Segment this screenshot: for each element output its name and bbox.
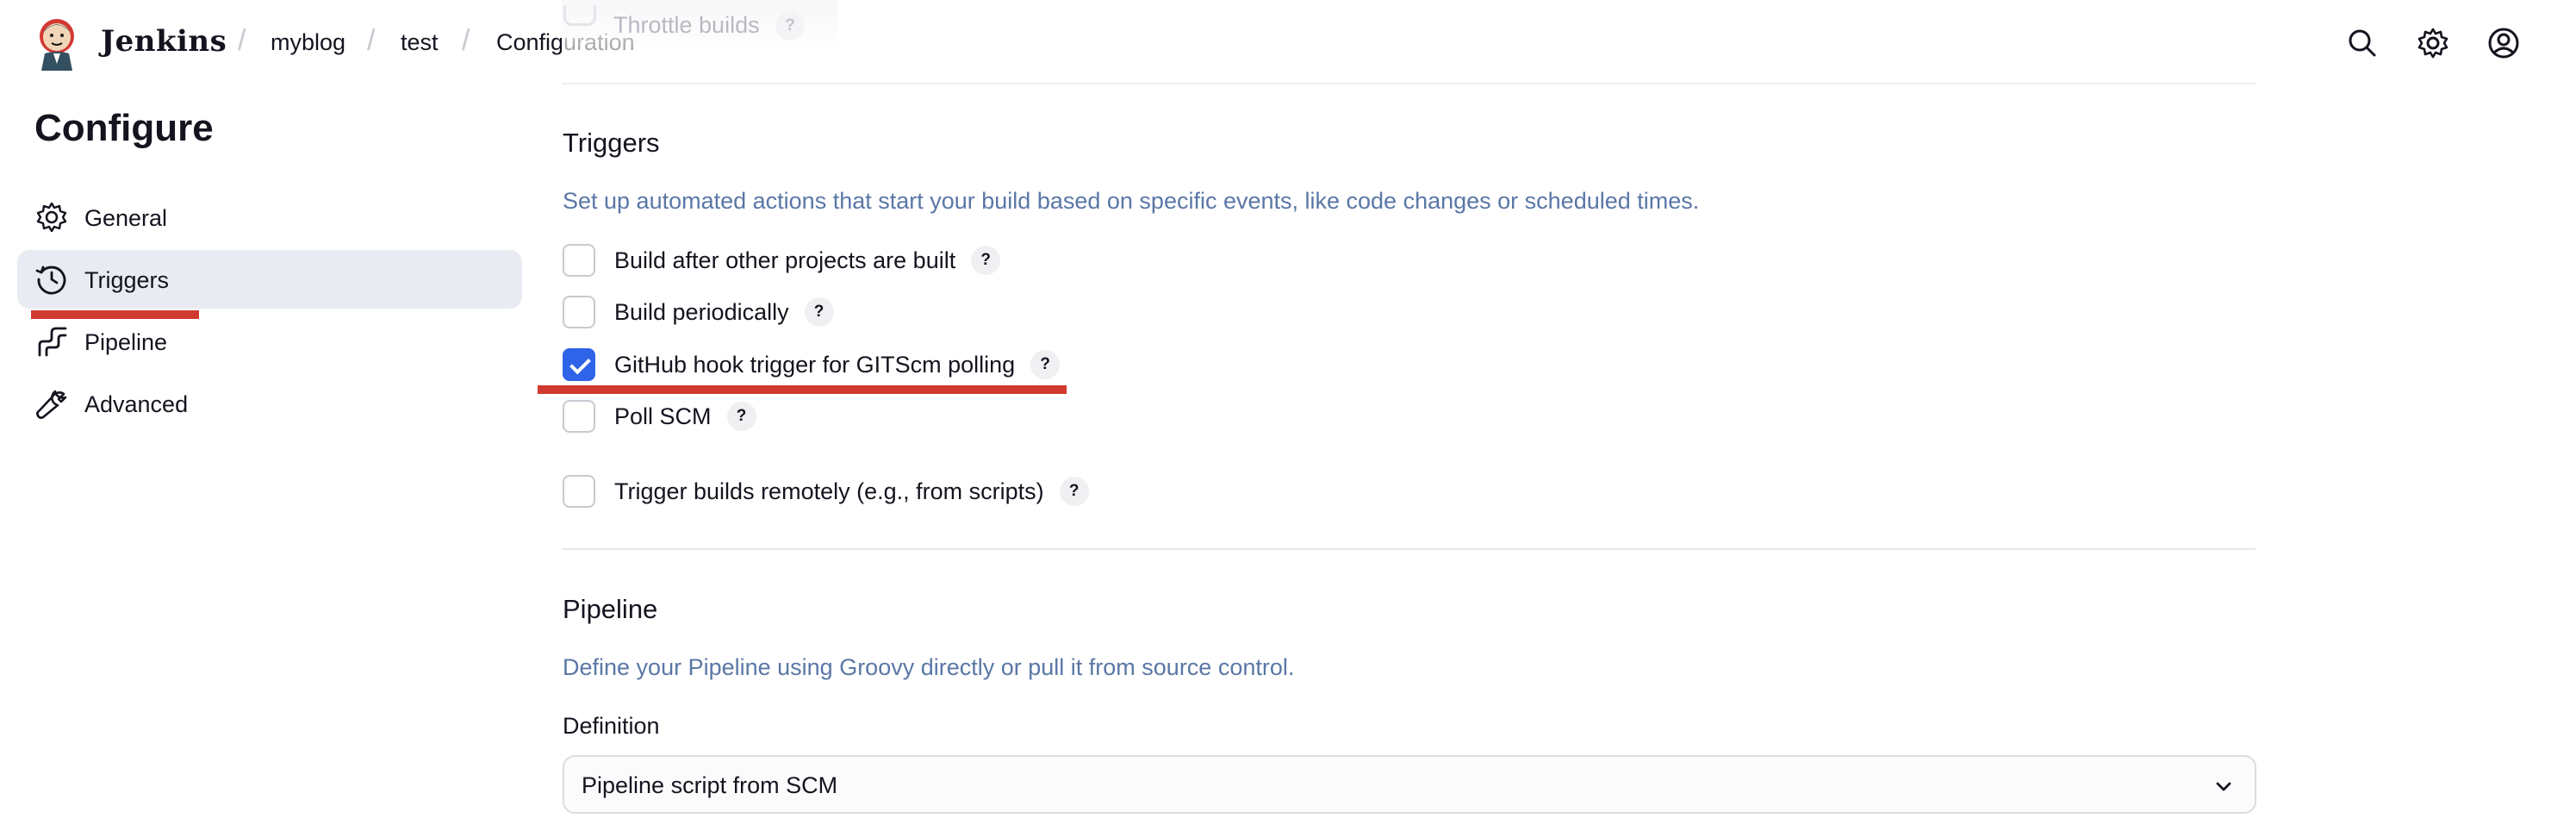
clock-icon <box>35 266 66 295</box>
checkbox-label[interactable]: Poll SCM <box>614 403 712 430</box>
sidebar-item-label: Pipeline <box>84 329 168 355</box>
checkbox[interactable] <box>563 244 595 277</box>
help-icon[interactable]: ? <box>971 246 1001 275</box>
wrench-icon <box>36 390 67 419</box>
sidebar-item-label: Advanced <box>84 391 189 417</box>
triggers-section-title: Triggers <box>563 128 660 158</box>
sidebar-item-label: General <box>84 205 168 231</box>
sidebar-item-pipeline[interactable]: Pipeline <box>17 312 522 371</box>
throttle-builds-label: Throttle builds <box>613 12 760 38</box>
triggers-section-description: Set up automated actions that start your… <box>563 188 1700 214</box>
checkbox-label[interactable]: Build after other projects are built <box>614 247 955 274</box>
trigger-option-trigger-remotely[interactable]: Trigger builds remotely (e.g., from scri… <box>563 474 1089 509</box>
user-icon[interactable] <box>2486 26 2521 60</box>
checkbox[interactable] <box>563 400 595 433</box>
trigger-option-poll-scm[interactable]: Poll SCM ? <box>563 399 756 434</box>
brand-name[interactable]: Jenkins <box>101 24 227 59</box>
pipeline-section-description: Define your Pipeline using Groovy direct… <box>563 654 1295 680</box>
checkbox-label[interactable]: Trigger builds remotely (e.g., from scri… <box>614 478 1044 505</box>
help-icon[interactable]: ? <box>726 402 756 431</box>
checkbox[interactable] <box>563 475 595 508</box>
checkbox-label[interactable]: GitHub hook trigger for GITScm polling <box>614 352 1015 378</box>
checkbox-checked[interactable] <box>563 348 595 381</box>
trigger-option-build-periodically[interactable]: Build periodically ? <box>563 295 834 329</box>
trigger-option-build-after-other-projects[interactable]: Build after other projects are built ? <box>563 243 1001 278</box>
breadcrumb-separator: / <box>238 24 246 57</box>
page-title: Configure <box>34 107 214 149</box>
breadcrumb-separator: / <box>367 24 376 57</box>
divider <box>562 83 2256 84</box>
jenkins-butler-icon <box>40 19 74 71</box>
help-icon[interactable]: ? <box>1059 477 1089 506</box>
definition-select[interactable]: Pipeline script from SCM <box>563 755 2256 814</box>
checkbox[interactable] <box>563 296 595 328</box>
throttle-builds-checkbox[interactable] <box>563 5 596 26</box>
definition-label: Definition <box>563 713 660 739</box>
sidebar-item-general[interactable]: General <box>17 188 522 247</box>
breadcrumb-separator: / <box>462 24 470 57</box>
jenkins-logo[interactable] <box>33 16 81 71</box>
trigger-option-github-hook[interactable]: GitHub hook trigger for GITScm polling ? <box>563 347 1061 382</box>
help-icon[interactable]: ? <box>775 11 805 41</box>
checkbox-label[interactable]: Build periodically <box>614 299 789 326</box>
section-divider <box>562 548 2256 550</box>
pipeline-section-title: Pipeline <box>563 594 658 624</box>
help-icon[interactable]: ? <box>804 297 834 327</box>
definition-selected-value: Pipeline script from SCM <box>582 772 838 798</box>
help-icon[interactable]: ? <box>1030 350 1061 379</box>
breadcrumb-test[interactable]: test <box>401 29 439 56</box>
pipeline-icon <box>38 327 67 357</box>
sidebar-item-triggers[interactable]: Triggers <box>17 250 522 309</box>
sidebar-item-label: Triggers <box>84 267 170 293</box>
breadcrumb-myblog[interactable]: myblog <box>271 29 345 56</box>
top-header: Jenkins / myblog / test / Configuration <box>0 0 2576 86</box>
gear-icon <box>36 202 67 233</box>
annotation-underline <box>538 385 1067 394</box>
sidebar-item-advanced[interactable]: Advanced <box>17 374 522 433</box>
search-icon[interactable] <box>2345 26 2380 60</box>
chevron-down-icon <box>2216 782 2231 791</box>
gear-icon[interactable] <box>2416 26 2450 60</box>
